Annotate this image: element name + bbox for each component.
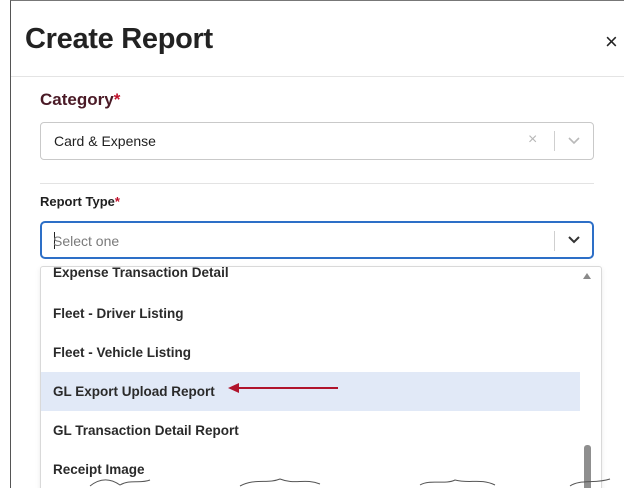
- option-label: GL Export Upload Report: [53, 384, 215, 399]
- category-select[interactable]: Card & Expense ×: [40, 122, 594, 160]
- option-gl-transaction-detail-report[interactable]: GL Transaction Detail Report: [41, 411, 580, 450]
- report-type-label: Report Type*: [40, 194, 120, 209]
- category-label: Category*: [40, 90, 120, 110]
- option-label: Fleet - Driver Listing: [53, 306, 184, 321]
- option-label: GL Transaction Detail Report: [53, 423, 239, 438]
- option-expense-transaction-detail[interactable]: Expense Transaction Detail: [41, 266, 580, 292]
- clear-icon[interactable]: ×: [528, 131, 537, 149]
- option-label: Expense Transaction Detail: [53, 266, 229, 280]
- category-value: Card & Expense: [54, 133, 156, 149]
- divider: [40, 183, 594, 184]
- required-mark: *: [114, 194, 120, 209]
- option-label: Fleet - Vehicle Listing: [53, 345, 192, 360]
- report-type-label-text: Report Type: [40, 194, 115, 209]
- modal-title: Create Report: [25, 23, 213, 55]
- required-mark: *: [113, 90, 121, 109]
- report-type-dropdown[interactable]: Expense Transaction Detail Fleet - Drive…: [40, 266, 602, 488]
- modal-header: Create Report ×: [11, 1, 624, 77]
- report-type-placeholder[interactable]: Select one: [53, 233, 119, 249]
- report-type-select[interactable]: Select one: [40, 221, 594, 259]
- option-fleet-vehicle-listing[interactable]: Fleet - Vehicle Listing: [41, 333, 580, 372]
- category-label-text: Category: [40, 90, 114, 109]
- option-fleet-driver-listing[interactable]: Fleet - Driver Listing: [41, 294, 580, 333]
- close-icon[interactable]: ×: [605, 31, 618, 53]
- scroll-up-icon[interactable]: [583, 273, 591, 279]
- chevron-down-icon[interactable]: [565, 130, 583, 150]
- chevron-down-icon[interactable]: [565, 229, 583, 249]
- create-report-modal: Create Report × Category* Card & Expense…: [10, 0, 624, 488]
- separator: [554, 231, 555, 251]
- annotation-arrow-icon: [228, 383, 338, 393]
- separator: [554, 131, 555, 151]
- scribble-decoration: [89, 478, 611, 487]
- option-label: Receipt Image: [53, 462, 145, 477]
